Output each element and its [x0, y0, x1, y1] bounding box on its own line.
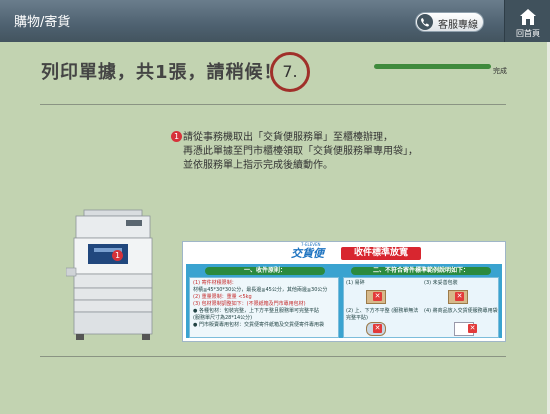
copier-illustration: 1 [65, 208, 160, 343]
left-column: (1) 寄件材積限制： 材積≦45*30*30公分，最長邊≦45公分，其他兩邊≦… [189, 277, 339, 338]
shipping-standard-notice: 7-ELEVEN 交貨便 收件標準放寬 一、收件原則： (1) 寄件材積限制： … [182, 241, 506, 342]
home-button[interactable]: 回首頁 [504, 0, 550, 42]
status-heading: 列印單據，共1張，請稍候！ [41, 62, 283, 83]
customer-service-label: 客服專線 [438, 20, 478, 31]
copier-step-badge: 1 [112, 250, 123, 261]
bottom-divider [40, 356, 506, 357]
example-uneven: (2) 上、下方不平整 (服務單無法完整平貼) [346, 308, 419, 321]
left-column-header: 一、收件原則： [205, 267, 325, 275]
x-mark-icon: ✕ [373, 292, 382, 301]
x-mark-icon: ✕ [455, 292, 464, 301]
screen-frame: 購物/寄貨 客服專線 回首頁 列印單據，共1張，請稍候！ 7. 完成 1 請從事務… [0, 0, 550, 414]
progress-bar [374, 64, 491, 69]
customer-service-button[interactable]: 客服專線 [415, 12, 484, 32]
example-unpacked: (3) 未妥善包裝 [424, 280, 458, 286]
top-divider [40, 104, 506, 105]
notice-banner: 收件標準放寬 [341, 247, 421, 260]
progress-fill [374, 64, 491, 69]
instruction-text: 1 請從事務機取出「交貨便服務單」至櫃檯辦理， 再憑此單據至門市櫃檯領取「交貨便服… [171, 131, 418, 173]
page-title: 購物/寄貨 [14, 15, 71, 30]
service-logo: 交貨便 [291, 247, 324, 260]
home-label: 回首頁 [516, 29, 540, 38]
instruction-line-1: 1 請從事務機取出「交貨便服務單」至櫃檯辦理， [171, 131, 418, 145]
instruction-line-3: 並依服務單上指示完成後續動作。 [183, 160, 333, 171]
right-column-header: 二、不符合寄件標準範例說明如下： [351, 267, 491, 275]
phone-icon [417, 14, 433, 30]
step-badge: 1 [171, 131, 182, 142]
home-icon [520, 9, 536, 25]
step-number-badge: 7. [270, 52, 310, 92]
progress-label: 完成 [493, 67, 507, 75]
instruction-line-2: 再憑此單據至門市櫃檯領取「交貨便服務單專用袋」， [183, 146, 418, 157]
x-mark-icon: ✕ [373, 324, 382, 333]
example-in-bag: (4) 將商品放入交貨便服務專用袋 [424, 308, 498, 314]
top-bar: 購物/寄貨 客服專線 回首頁 [0, 0, 550, 42]
example-fragile: (1) 易碎 [346, 280, 365, 286]
x-mark-icon: ✕ [468, 324, 477, 333]
right-column: (1) 易碎 (3) 未妥善包裝 (2) 上、下方不平整 (服務單無法完整平貼)… [343, 277, 499, 338]
